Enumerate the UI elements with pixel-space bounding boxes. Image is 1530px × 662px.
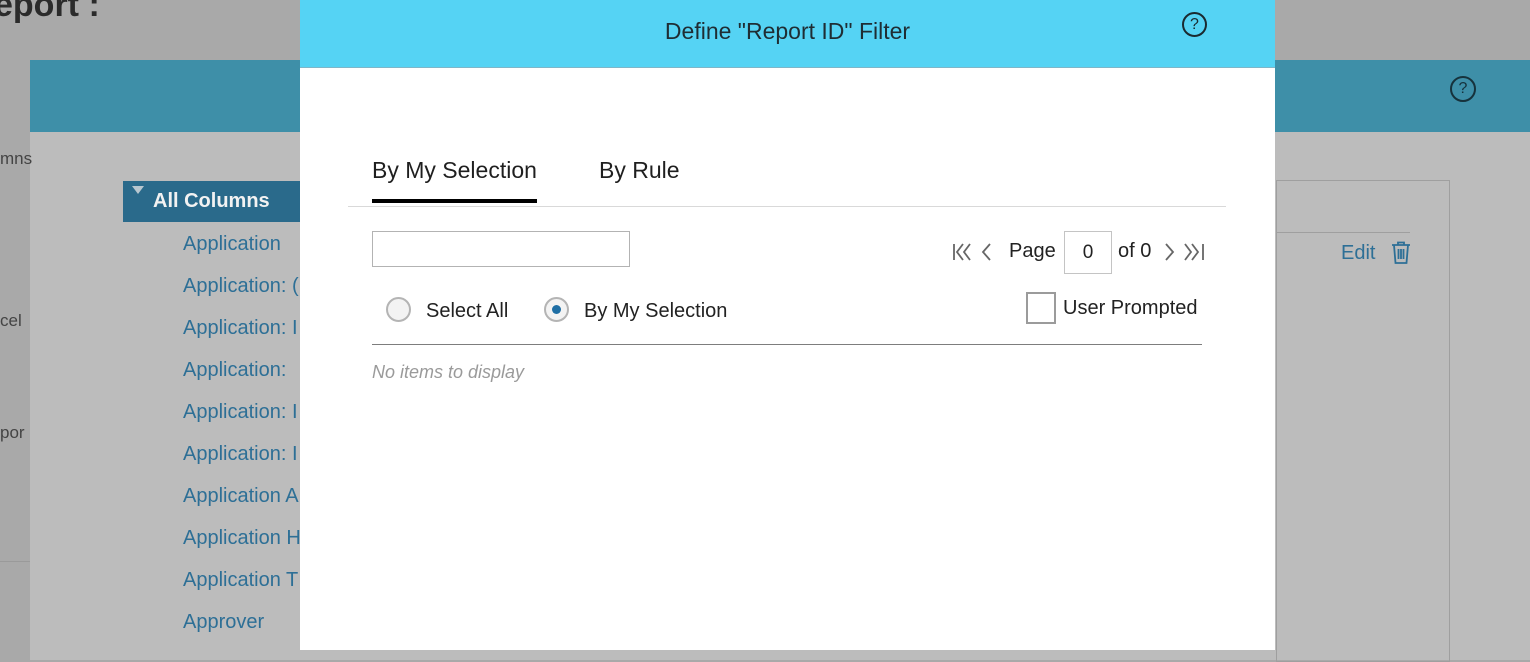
- by-my-selection-radio[interactable]: [544, 297, 569, 322]
- tree-item[interactable]: Application H: [183, 527, 301, 550]
- page-count: of 0: [1118, 240, 1152, 262]
- tree-item[interactable]: Application T: [183, 569, 298, 592]
- page-title: eport :: [0, 0, 100, 24]
- side-text-excel: cel: [0, 311, 22, 330]
- tab-bar: By My Selection By Rule: [348, 150, 1226, 207]
- tab-by-my-selection[interactable]: By My Selection: [372, 157, 537, 203]
- side-text-columns: mns: [0, 149, 33, 168]
- list-divider: [372, 344, 1202, 345]
- previous-page-icon[interactable]: [978, 241, 994, 263]
- tree-item[interactable]: Application: (: [183, 275, 299, 298]
- expand-caret-icon[interactable]: [132, 186, 144, 194]
- tree-item[interactable]: Application: I: [183, 443, 298, 466]
- dialog-title: Define "Report ID" Filter: [664, 18, 911, 44]
- select-all-label[interactable]: Select All: [426, 300, 508, 323]
- divider: [0, 561, 30, 562]
- tree-item[interactable]: Application A: [183, 485, 299, 508]
- select-all-radio[interactable]: [386, 297, 411, 322]
- empty-list-message: No items to display: [372, 362, 525, 382]
- tree-item[interactable]: Application: I: [183, 401, 298, 424]
- tree-header-label: All Columns: [153, 190, 270, 212]
- trash-icon[interactable]: [1390, 241, 1412, 265]
- help-icon[interactable]: ?: [1450, 76, 1476, 102]
- page-label: Page: [1009, 240, 1056, 262]
- search-input[interactable]: [372, 231, 630, 267]
- dialog-header: Define "Report ID" Filter ?: [300, 0, 1275, 68]
- user-prompted-label[interactable]: User Prompted: [1063, 297, 1198, 320]
- side-text-report: por: [0, 423, 25, 442]
- tree-item[interactable]: Application:: [183, 359, 286, 382]
- help-icon[interactable]: ?: [1182, 12, 1207, 37]
- filter-dialog: Define "Report ID" Filter ? By My Select…: [300, 0, 1275, 650]
- edit-link[interactable]: Edit: [1341, 242, 1375, 265]
- user-prompted-checkbox[interactable]: [1026, 292, 1056, 324]
- tree-item[interactable]: Approver: [183, 611, 264, 634]
- tree-item[interactable]: Application: [183, 233, 281, 256]
- radio-selected-dot: [552, 305, 561, 314]
- tab-by-rule[interactable]: By Rule: [599, 157, 680, 199]
- page-number-input[interactable]: [1064, 231, 1112, 274]
- next-page-icon[interactable]: [1162, 241, 1178, 263]
- tree-item[interactable]: Application: I: [183, 317, 298, 340]
- first-page-icon[interactable]: [952, 241, 974, 263]
- divider: [1276, 232, 1410, 233]
- last-page-icon[interactable]: [1182, 241, 1206, 263]
- by-my-selection-label[interactable]: By My Selection: [584, 300, 727, 323]
